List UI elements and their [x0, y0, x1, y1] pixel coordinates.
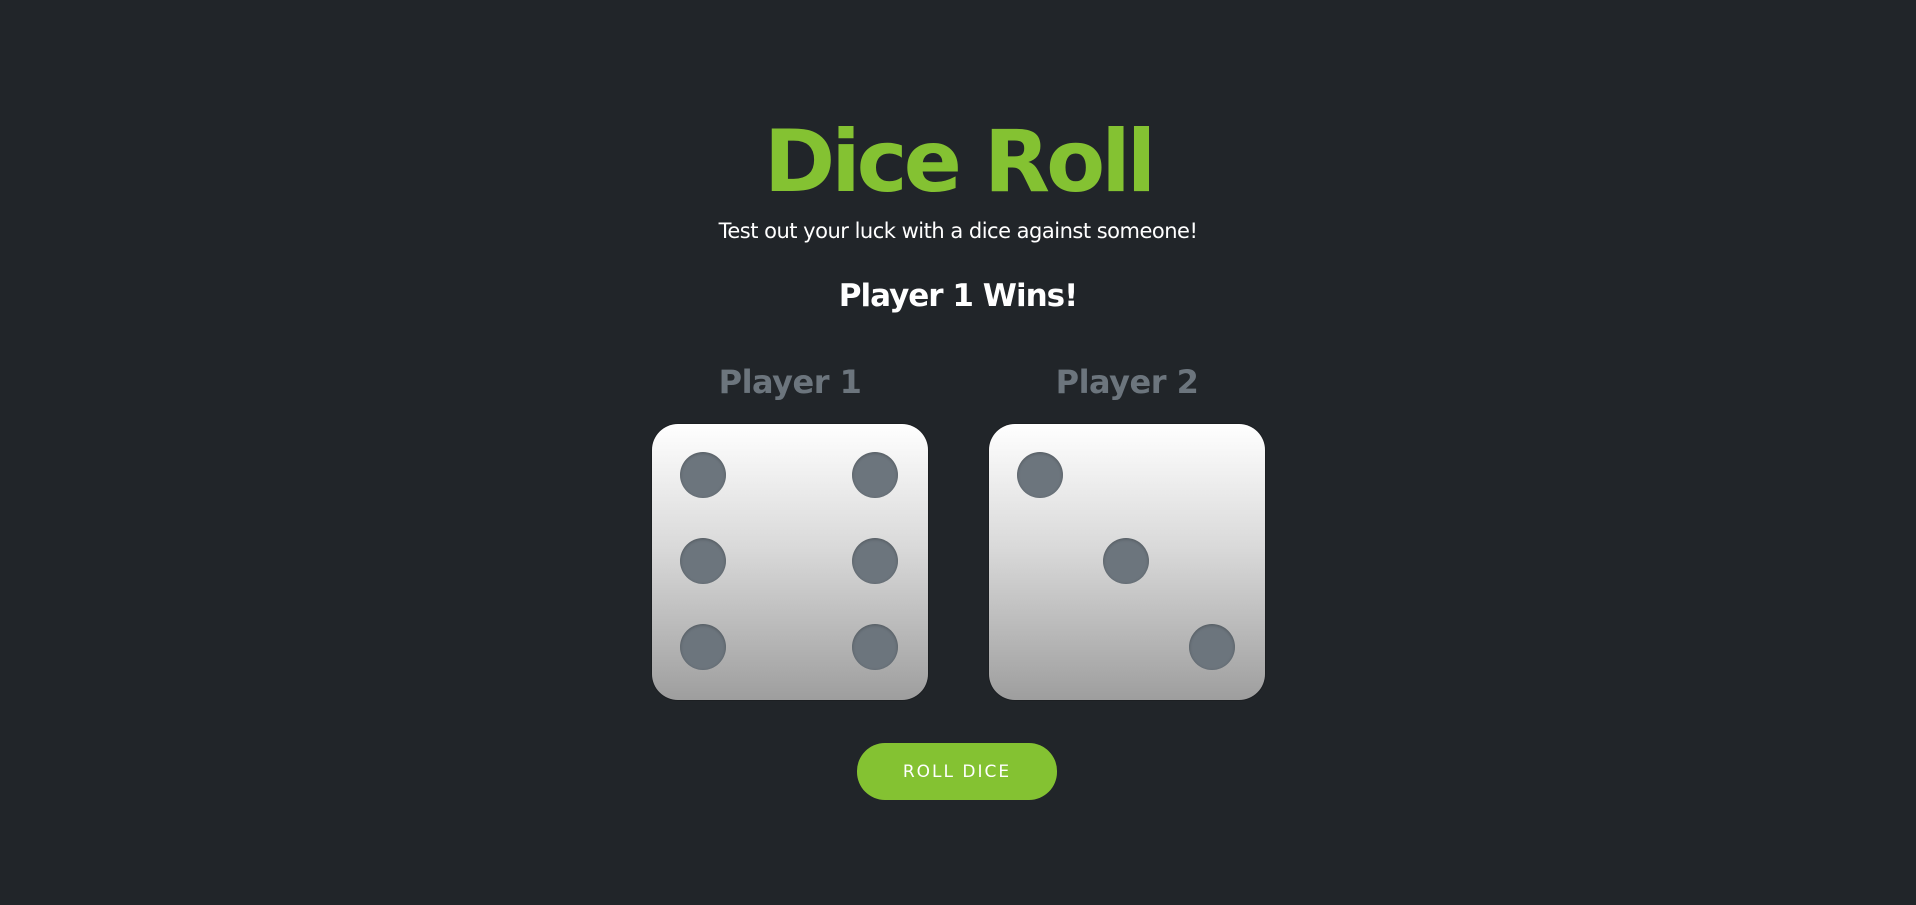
page-subtitle: Test out your luck with a dice against s… — [718, 219, 1198, 243]
dice-roll-page: Dice Roll Test out your luck with a dice… — [0, 0, 1916, 905]
player-1-die — [652, 424, 928, 700]
die-pip — [680, 624, 726, 670]
player-2-name: Player 2 — [1055, 363, 1199, 401]
die-pip — [680, 452, 726, 498]
page-title: Dice Roll — [763, 112, 1156, 212]
player-1-name: Player 1 — [718, 363, 862, 401]
player-2-die — [989, 424, 1265, 700]
die-pip — [1103, 538, 1149, 584]
die-pip — [852, 538, 898, 584]
die-pip — [1189, 624, 1235, 670]
die-pip — [1017, 452, 1063, 498]
roll-dice-button[interactable]: ROLL DICE — [857, 743, 1057, 800]
die-pip — [852, 624, 898, 670]
player-2-panel: Player 2 — [989, 358, 1265, 700]
player-1-panel: Player 1 — [652, 358, 928, 700]
result-text: Player 1 Wins! — [838, 278, 1078, 314]
die-pip — [852, 452, 898, 498]
die-pip — [680, 538, 726, 584]
